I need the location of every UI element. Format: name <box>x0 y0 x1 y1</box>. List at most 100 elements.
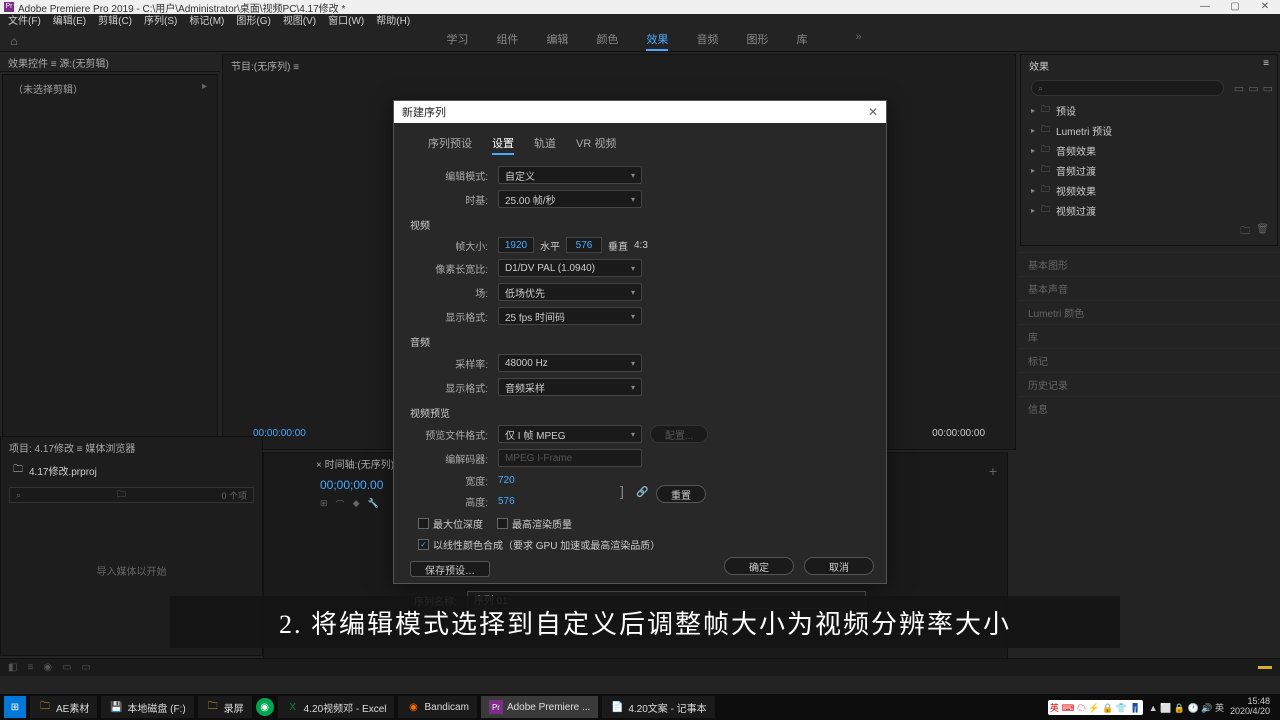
fields-dropdown[interactable]: 低场优先▾ <box>498 283 642 301</box>
tray-clock[interactable]: 15:48 2020/4/20 <box>1230 697 1270 717</box>
menu-graphics[interactable]: 图形(G) <box>230 14 276 30</box>
strip-icon[interactable]: ▭ <box>81 662 90 673</box>
dialog-close-icon[interactable]: ✕ <box>868 105 878 119</box>
taskbar-ae[interactable]: 🗀AE素材 <box>30 696 97 718</box>
display-fmt-v-dropdown[interactable]: 25 fps 时间码▾ <box>498 307 642 325</box>
preset-icon-2[interactable]: ▭ <box>1248 82 1258 95</box>
effects-folder-audio-trans[interactable]: ▸🗀音频过渡 <box>1027 160 1271 180</box>
tab-settings[interactable]: 设置 <box>492 135 514 155</box>
ws-libraries[interactable]: 库 <box>796 31 807 51</box>
ws-learn[interactable]: 学习 <box>446 31 468 51</box>
ws-assembly[interactable]: 组件 <box>496 31 518 51</box>
menu-marker[interactable]: 标记(M) <box>183 14 230 30</box>
effects-folder-presets[interactable]: ▸🗀预设 <box>1027 100 1271 120</box>
link-bracket-icon: ] <box>620 483 624 499</box>
ok-button[interactable]: 确定 <box>724 557 794 575</box>
timebase-dropdown[interactable]: 25.00 帧/秒▾ <box>498 190 642 208</box>
project-file-row[interactable]: 🗀4.17修改.prproj <box>1 458 262 483</box>
panel-essential-sound[interactable]: 基本声音 <box>1018 276 1280 300</box>
par-dropdown[interactable]: D1/DV PAL (1.0940)▾ <box>498 259 642 277</box>
taskbar-bandicam[interactable]: ◉Bandicam <box>398 696 476 718</box>
frame-width-input[interactable]: 1920 <box>498 237 534 253</box>
width-value[interactable]: 720 <box>498 475 515 486</box>
cancel-button[interactable]: 取消 <box>804 557 874 575</box>
taskbar-disk[interactable]: 💾本地磁盘 (F:) <box>101 696 193 718</box>
ws-editing[interactable]: 编辑 <box>546 31 568 51</box>
frame-height-input[interactable]: 576 <box>566 237 602 253</box>
maximize-button[interactable]: ▢ <box>1220 0 1250 14</box>
snap-icon[interactable]: ⊞ <box>320 498 328 511</box>
taskbar-notepad[interactable]: 📄4.20文案 - 记事本 <box>602 696 714 718</box>
minimize-button[interactable]: — <box>1190 0 1220 14</box>
max-depth-checkbox[interactable]: 最大位深度 <box>418 516 483 531</box>
link-icon[interactable]: ⌒ <box>336 498 345 511</box>
max-quality-checkbox[interactable]: 最高渲染质量 <box>497 516 572 531</box>
menu-edit[interactable]: 编辑(E) <box>47 14 92 30</box>
menu-help[interactable]: 帮助(H) <box>370 14 416 30</box>
effects-folder-video-fx[interactable]: ▸🗀视频效果 <box>1027 180 1271 200</box>
ws-graphics[interactable]: 图形 <box>746 31 768 51</box>
import-hint[interactable]: 导入媒体以开始 <box>1 563 262 578</box>
reset-button[interactable]: 重置 <box>656 485 706 503</box>
preset-icon-3[interactable]: ▭ <box>1263 82 1273 95</box>
ime-indicator[interactable]: 英 ⌨ ☁ ⚡ 🔒 👕 👖 <box>1048 700 1143 715</box>
panel-libraries[interactable]: 库 <box>1018 324 1280 348</box>
edit-mode-label: 编辑模式: <box>410 168 498 183</box>
preset-icon-1[interactable]: ▭ <box>1234 82 1244 95</box>
home-icon[interactable]: ⌂ <box>0 34 28 48</box>
link-chain-icon[interactable]: 🔗 <box>636 487 648 498</box>
panel-info[interactable]: 信息 <box>1018 396 1280 420</box>
taskbar-wechat-icon[interactable]: ◉ <box>256 698 274 716</box>
effects-folder-audio-fx[interactable]: ▸🗀音频效果 <box>1027 140 1271 160</box>
wrench-icon[interactable]: 🔧 <box>367 498 378 511</box>
taskbar-record[interactable]: 🗀录屏 <box>198 696 252 718</box>
edit-mode-dropdown[interactable]: 自定义▾ <box>498 166 642 184</box>
sample-rate-dropdown[interactable]: 48000 Hz▾ <box>498 354 642 372</box>
strip-icon[interactable]: ◉ <box>43 662 52 673</box>
menu-window[interactable]: 窗口(W) <box>322 14 370 30</box>
panel-essential-graphics[interactable]: 基本图形 <box>1018 252 1280 276</box>
panel-lumetri-color[interactable]: Lumetri 颜色 <box>1018 300 1280 324</box>
menu-clip[interactable]: 剪辑(C) <box>92 14 138 30</box>
tab-presets[interactable]: 序列预设 <box>428 135 472 155</box>
marker-icon[interactable]: ◆ <box>353 498 360 511</box>
strip-icon[interactable]: ▭ <box>62 662 71 673</box>
close-button[interactable]: ✕ <box>1250 0 1280 14</box>
panel-markers[interactable]: 标记 <box>1018 348 1280 372</box>
preview-section-header: 视频预览 <box>410 399 870 422</box>
ws-audio[interactable]: 音频 <box>696 31 718 51</box>
taskbar-excel[interactable]: X4.20视频邓 - Excel <box>278 696 395 718</box>
linear-color-checkbox[interactable]: ✓以线性颜色合成（要求 GPU 加速或最高渲染品质） <box>418 537 660 552</box>
effects-folder-video-trans[interactable]: ▸🗀视频过渡 <box>1027 200 1271 220</box>
trash-icon[interactable]: 🗑 <box>1256 224 1269 241</box>
project-search[interactable]: ⌕🗀0 个项 <box>9 487 254 503</box>
ws-color[interactable]: 颜色 <box>596 31 618 51</box>
start-button[interactable]: ⊞ <box>4 696 26 718</box>
program-tab[interactable]: 节目:(无序列) ≡ <box>223 55 1015 76</box>
display-fmt-a-dropdown[interactable]: 音频采样▾ <box>498 378 642 396</box>
panel-history[interactable]: 历史记录 <box>1018 372 1280 396</box>
ws-more-icon[interactable]: » <box>855 31 861 51</box>
preview-fmt-dropdown[interactable]: 仅 I 帧 MPEG▾ <box>498 425 642 443</box>
tab-vr[interactable]: VR 视频 <box>576 135 616 155</box>
strip-icon[interactable]: ◧ <box>8 662 17 673</box>
menu-file[interactable]: 文件(F) <box>2 14 47 30</box>
new-bin-icon[interactable]: 🗀 <box>1240 224 1250 241</box>
effects-tab[interactable]: 效果≡ <box>1021 55 1277 76</box>
effects-folder-lumetri[interactable]: ▸🗀Lumetri 预设 <box>1027 120 1271 140</box>
add-button-icon[interactable]: + <box>989 463 997 479</box>
tray-icons[interactable]: ▲ ⬜ 🔒 🕐 🔊 英 <box>1149 701 1224 714</box>
height-value[interactable]: 576 <box>498 496 515 507</box>
configure-button: 配置... <box>650 425 708 443</box>
effects-search[interactable]: ⌕ <box>1031 80 1224 96</box>
strip-icon[interactable]: ≡ <box>27 662 33 673</box>
tab-tracks[interactable]: 轨道 <box>534 135 556 155</box>
effect-controls-tab[interactable]: 效果控件 ≡ 源:(无剪辑) <box>0 52 220 72</box>
menu-view[interactable]: 视图(V) <box>277 14 322 30</box>
menu-sequence[interactable]: 序列(S) <box>138 14 183 30</box>
project-tabs[interactable]: 项目: 4.17修改 ≡ 媒体浏览器 <box>1 437 262 458</box>
dialog-titlebar[interactable]: 新建序列 ✕ <box>394 101 886 123</box>
ws-effects[interactable]: 效果 <box>646 31 668 51</box>
save-preset-button[interactable]: 保存预设… <box>410 561 490 577</box>
taskbar-premiere[interactable]: PrAdobe Premiere ... <box>481 696 598 718</box>
